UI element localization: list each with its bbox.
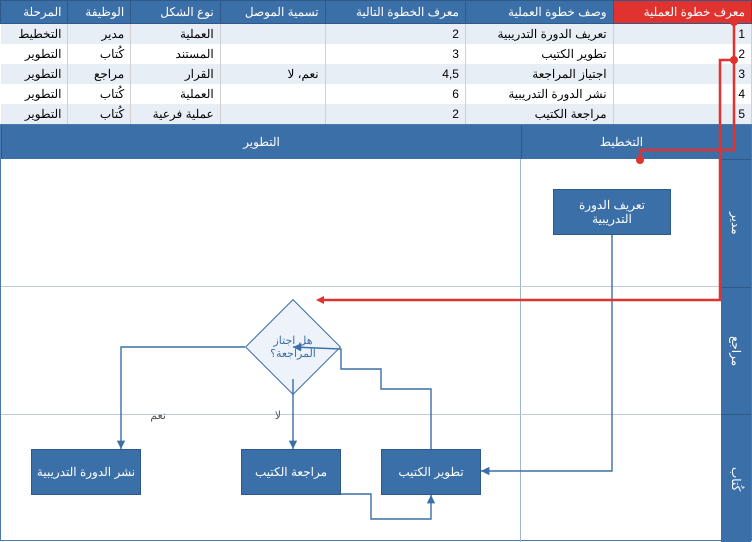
col-conn: تسمية الموصل — [220, 1, 325, 24]
corner — [721, 125, 751, 159]
cell-shape: القرار — [131, 64, 221, 84]
cell-phase: التخطيط — [1, 24, 68, 45]
table-row: 4نشر الدورة التدريبية6 العمليةكُتابالتطوي… — [1, 84, 752, 104]
cell-shape: المستند — [131, 44, 221, 64]
table-row: 2تطوير الكتيب3 المستندكُتابالتطوير — [1, 44, 752, 64]
cell-id: 5 — [613, 104, 751, 124]
col-id: معرف خطوة العملية — [613, 1, 751, 24]
cell-shape: العملية — [131, 84, 221, 104]
cell-id: 2 — [613, 44, 751, 64]
node-define-course: تعريف الدورة التدريبية — [553, 189, 671, 235]
swimlane-diagram: التخطيط التطوير مدير مراجع كُتاب تعريف ا… — [0, 124, 752, 541]
node-pass-review: هل اجتاز المراجعة؟ — [245, 314, 341, 380]
cell-role: كُتاب — [68, 104, 131, 124]
lane-reviewer: مراجع — [721, 287, 751, 415]
flow-canvas: تعريف الدورة التدريبية تطوير الكتيب هل ا… — [1, 159, 721, 542]
col-desc: وصف خطوة العملية — [465, 1, 613, 24]
cell-next: 6 — [325, 84, 465, 104]
phase-plan: التخطيط — [521, 125, 721, 159]
cell-desc: مراجعة الكتيب — [465, 104, 613, 124]
edge-no: لا — [275, 409, 281, 422]
cell-conn — [220, 84, 325, 104]
cell-id: 4 — [613, 84, 751, 104]
cell-desc: اجتياز المراجعة — [465, 64, 613, 84]
cell-id: 3 — [613, 64, 751, 84]
cell-conn — [220, 24, 325, 45]
cell-shape: العملية — [131, 24, 221, 45]
cell-role: كُتاب — [68, 44, 131, 64]
table-row: 1تعريف الدورة التدريبية2 العمليةمديرالتخط… — [1, 24, 752, 45]
cell-desc: نشر الدورة التدريبية — [465, 84, 613, 104]
node-publish-course: نشر الدورة التدريبية — [31, 449, 141, 495]
cell-next: 4,5 — [325, 64, 465, 84]
col-shape: نوع الشكل — [131, 1, 221, 24]
data-table: معرف خطوة العملية وصف خطوة العملية معرف … — [0, 0, 752, 124]
lane-writer: كُتاب — [721, 414, 751, 542]
cell-phase: التطوير — [1, 44, 68, 64]
phase-divider — [520, 159, 521, 542]
cell-role: مراجع — [68, 64, 131, 84]
cell-next: 2 — [325, 104, 465, 124]
cell-phase: التطوير — [1, 104, 68, 124]
col-next: معرف الخطوة التالية — [325, 1, 465, 24]
cell-conn — [220, 104, 325, 124]
col-role: الوظيفة — [68, 1, 131, 24]
cell-conn: نعم، لا — [220, 64, 325, 84]
cell-conn — [220, 44, 325, 64]
cell-desc: تطوير الكتيب — [465, 44, 613, 64]
table-row: 3اجتياز المراجعة4,5نعم، لاالقرارمراجعالت… — [1, 64, 752, 84]
cell-phase: التطوير — [1, 64, 68, 84]
cell-role: مدير — [68, 24, 131, 45]
lane-divider — [1, 286, 721, 287]
node-develop-handbook: تطوير الكتيب — [381, 449, 481, 495]
cell-next: 3 — [325, 44, 465, 64]
cell-role: كُتاب — [68, 84, 131, 104]
lane-manager: مدير — [721, 159, 751, 287]
col-phase: المرحلة — [1, 1, 68, 24]
node-review-handbook: مراجعة الكتيب — [241, 449, 341, 495]
cell-shape: عملية فرعية — [131, 104, 221, 124]
cell-next: 2 — [325, 24, 465, 45]
lane-divider — [1, 414, 721, 415]
cell-phase: التطوير — [1, 84, 68, 104]
edge-yes: نعم — [150, 409, 166, 422]
cell-desc: تعريف الدورة التدريبية — [465, 24, 613, 45]
table-row: 5مراجعة الكتيب2 عملية فرعيةكُتابالتطوير — [1, 104, 752, 124]
phase-dev: التطوير — [1, 125, 521, 159]
cell-id: 1 — [613, 24, 751, 45]
